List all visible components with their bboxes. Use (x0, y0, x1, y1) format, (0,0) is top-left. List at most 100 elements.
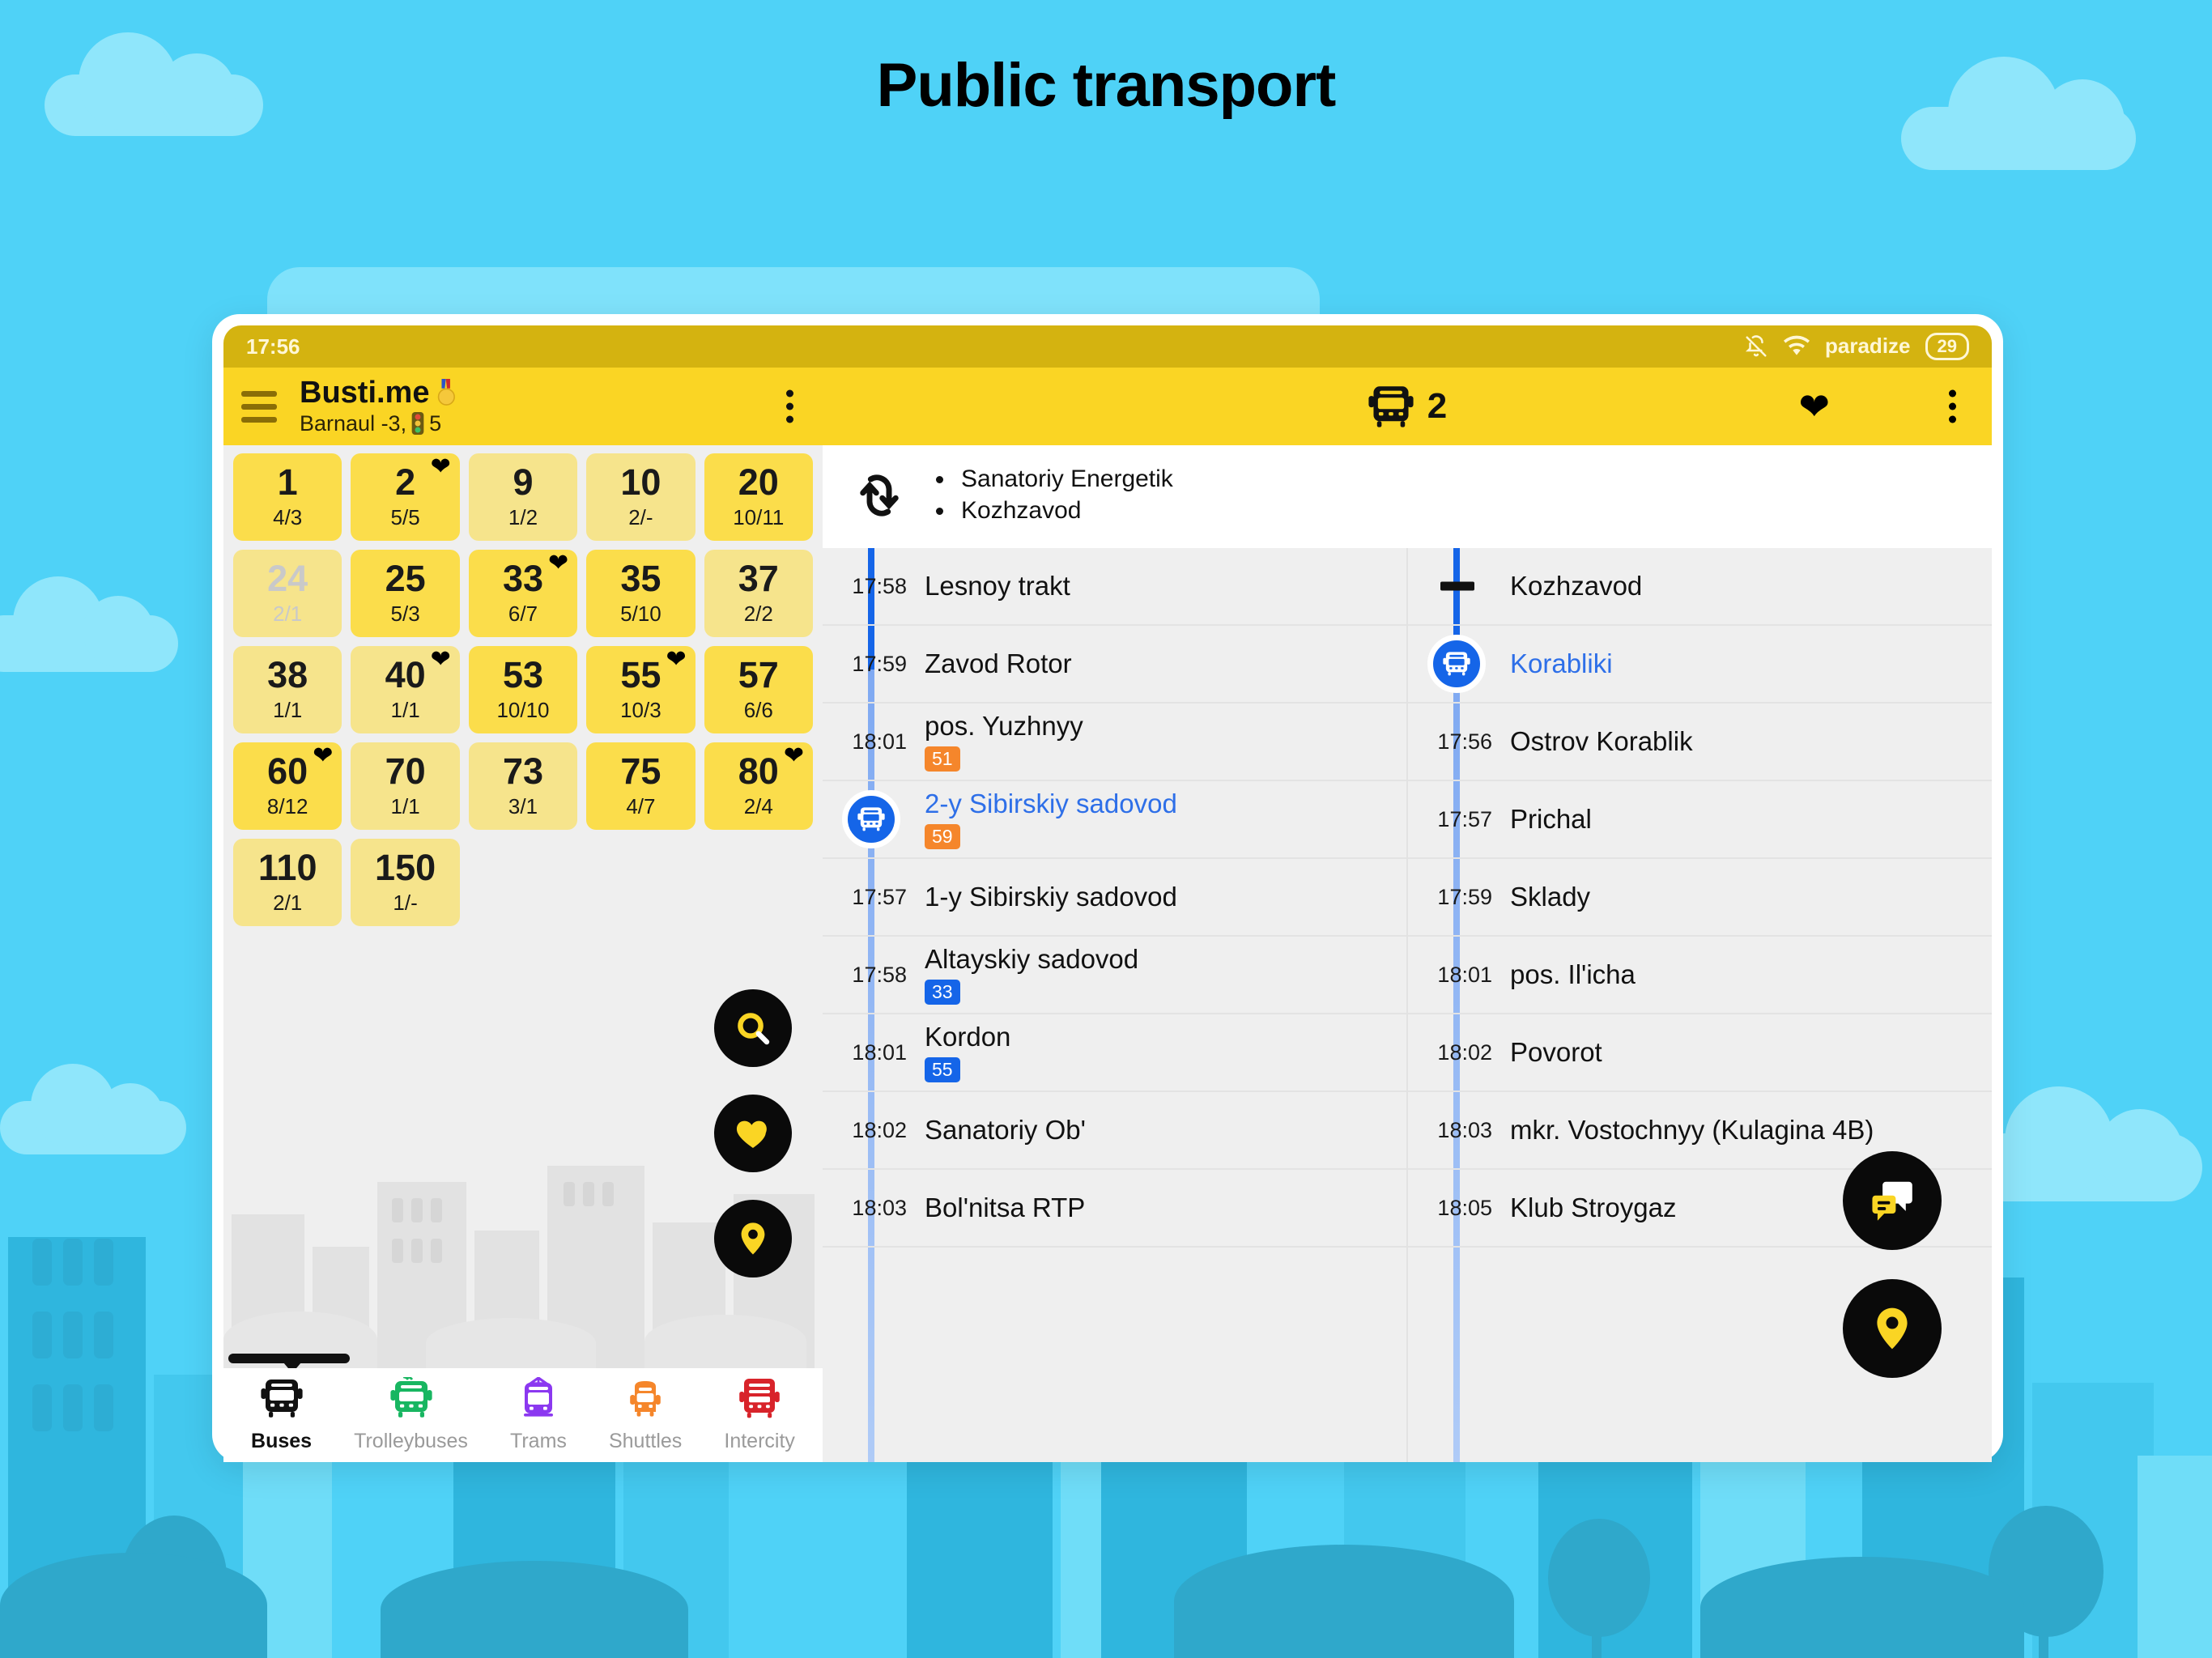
wifi-icon (1784, 335, 1810, 355)
nav-item-buses[interactable]: Buses (251, 1377, 312, 1453)
route-card[interactable]: 75 4/7 (586, 742, 696, 830)
nav-item-shuttles[interactable]: Shuttles (609, 1377, 682, 1453)
stop-info: Altayskiy sadovod 33 (925, 943, 1139, 1005)
route-card-number: 20 (738, 461, 779, 503)
loop-arrows-icon (850, 463, 908, 528)
route-card-counts: 1/1 (390, 794, 420, 818)
route-card[interactable]: 20 10/11 (704, 453, 813, 541)
terminal-item: Kozhzavod (936, 499, 1173, 523)
vehicle-position-marker[interactable] (842, 790, 900, 848)
stop-info: Povorot (1510, 1037, 1602, 1067)
route-card[interactable]: 10 2/- (586, 453, 696, 541)
scroll-thumb[interactable] (228, 1354, 350, 1368)
route-card[interactable]: 35 5/10 (586, 550, 696, 637)
stop-name: Altayskiy sadovod (925, 943, 1139, 974)
stop-time: 17:57 (852, 884, 907, 909)
stop-row[interactable]: 18:03 Bol'nitsa RTP (823, 1170, 1406, 1248)
stop-row[interactable]: 18:01 Kordon 55 (823, 1014, 1406, 1092)
route-card[interactable]: 25 5/3 (351, 550, 460, 637)
stop-row[interactable]: 18:02 Povorot (1408, 1014, 1992, 1092)
route-card[interactable]: 150 1/- (351, 839, 460, 926)
search-icon (738, 1013, 770, 1045)
stop-name: Sklady (1510, 881, 1591, 912)
stop-name: Bol'nitsa RTP (925, 1192, 1086, 1222)
favorites-fab[interactable] (714, 1095, 792, 1172)
terminal-list: Sanatoriy Energetik Kozhzavod (936, 460, 1173, 530)
route-card[interactable]: 80 2/4 ❤ (704, 742, 813, 830)
stop-badge: 59 (925, 823, 960, 850)
stop-row[interactable]: 17:59 Sklady (1408, 859, 1992, 937)
route-card[interactable]: 1 4/3 (233, 453, 342, 541)
status-bar: 17:56 paradize 29 (223, 325, 1992, 368)
stop-row[interactable]: Korabliki (1408, 626, 1992, 704)
bus-icon (1368, 386, 1414, 427)
map-pin-icon (741, 1222, 765, 1255)
stop-info: 1-y Sibirskiy sadovod (925, 882, 1177, 912)
route-card[interactable]: 53 10/10 (468, 646, 578, 733)
route-card[interactable]: 60 8/12 ❤ (233, 742, 342, 830)
stop-time: 18:01 (1437, 962, 1492, 987)
nav-item-trams[interactable]: Trams (510, 1376, 567, 1453)
route-card[interactable]: 38 1/1 (233, 646, 342, 733)
map-fab[interactable] (1843, 1279, 1942, 1378)
route-card-number: 40 (385, 654, 426, 695)
route-card[interactable]: 73 3/1 (468, 742, 578, 830)
route-card-number: 80 (738, 750, 779, 792)
stop-row[interactable]: 17:57 Prichal (1408, 781, 1992, 859)
stop-row[interactable]: 18:02 Sanatoriy Ob' (823, 1092, 1406, 1170)
stop-row[interactable]: 18:01 pos. Il'icha (1408, 937, 1992, 1014)
route-card-counts: 6/6 (743, 698, 773, 722)
route-card[interactable]: 24 2/1 (233, 550, 342, 637)
map-pin-icon (1877, 1307, 1908, 1350)
route-card-counts: 10/3 (620, 698, 661, 722)
stop-row[interactable]: 18:01 pos. Yuzhnyy 51 (823, 704, 1406, 781)
route-card-number: 53 (502, 654, 544, 695)
vehicle-position-marker[interactable] (1427, 635, 1486, 693)
stops-column-outbound[interactable]: 17:58 Lesnoy trakt 17:59 Zavod Rotor 18:01 po… (823, 548, 1406, 1462)
hamburger-menu-icon[interactable] (241, 390, 277, 423)
route-card[interactable]: 37 2/2 (704, 550, 813, 637)
route-card[interactable]: 33 6/7 ❤ (468, 550, 578, 637)
route-card-counts: 4/3 (273, 505, 303, 529)
chat-fab[interactable] (1843, 1151, 1942, 1250)
stop-info: Klub Stroygaz (1510, 1192, 1676, 1222)
route-card[interactable]: 70 1/1 (351, 742, 460, 830)
stop-info: mkr. Vostochnyy (Kulagina 4B) (1510, 1115, 1874, 1145)
nav-item-trolleybuses[interactable]: Trolleybuses (354, 1375, 468, 1453)
route-card[interactable]: 40 1/1 ❤ (351, 646, 460, 733)
coach-icon (738, 1377, 781, 1423)
stop-row[interactable]: 17:59 Zavod Rotor (823, 626, 1406, 704)
stop-badge: 51 (925, 746, 960, 772)
stop-row[interactable]: 17:56 Ostrov Korablik (1408, 704, 1992, 781)
stop-row[interactable]: 17:58 Altayskiy sadovod 33 (823, 937, 1406, 1014)
terminus-cap-icon (1440, 581, 1474, 591)
heart-icon[interactable]: ❤ (1798, 388, 1830, 425)
nav-item-intercity[interactable]: Intercity (724, 1377, 795, 1453)
route-card[interactable]: 57 6/6 (704, 646, 813, 733)
stop-time: 17:59 (1437, 884, 1492, 909)
minibus-icon (624, 1377, 666, 1423)
heart-icon: ❤ (783, 742, 804, 769)
route-card-number: 10 (620, 461, 661, 503)
stop-row[interactable]: 17:57 1-y Sibirskiy sadovod (823, 859, 1406, 937)
route-card-counts: 5/3 (390, 602, 420, 626)
brand-name: Busti.me (300, 375, 430, 410)
route-card[interactable]: 110 2/1 (233, 839, 342, 926)
stop-info: Korabliki (1510, 648, 1613, 678)
route-card[interactable]: 9 1/2 (468, 453, 578, 541)
route-card-number: 55 (620, 654, 661, 695)
stop-row[interactable]: 2-y Sibirskiy sadovod 59 (823, 781, 1406, 859)
stop-row[interactable]: 17:58 Lesnoy trakt (823, 548, 1406, 626)
search-fab[interactable] (714, 989, 792, 1067)
route-card[interactable]: 55 10/3 ❤ (586, 646, 696, 733)
location-fab[interactable] (714, 1200, 792, 1278)
route-card[interactable]: 2 5/5 ❤ (351, 453, 460, 541)
kebab-menu-icon[interactable] (1949, 389, 1956, 423)
stop-time: 18:03 (1437, 1117, 1492, 1142)
route-card-counts: 2/1 (273, 602, 303, 626)
heart-icon (736, 1120, 767, 1148)
stop-name: Lesnoy trakt (925, 570, 1070, 601)
routes-scroll-area[interactable]: 1 4/3 2 5/5 ❤ 9 1/2 10 2/- 20 10/11 24 2/1 25 5/3 33 6/7… (223, 445, 823, 1368)
kebab-menu-icon[interactable] (786, 389, 793, 423)
stop-row[interactable]: Kozhzavod (1408, 548, 1992, 626)
